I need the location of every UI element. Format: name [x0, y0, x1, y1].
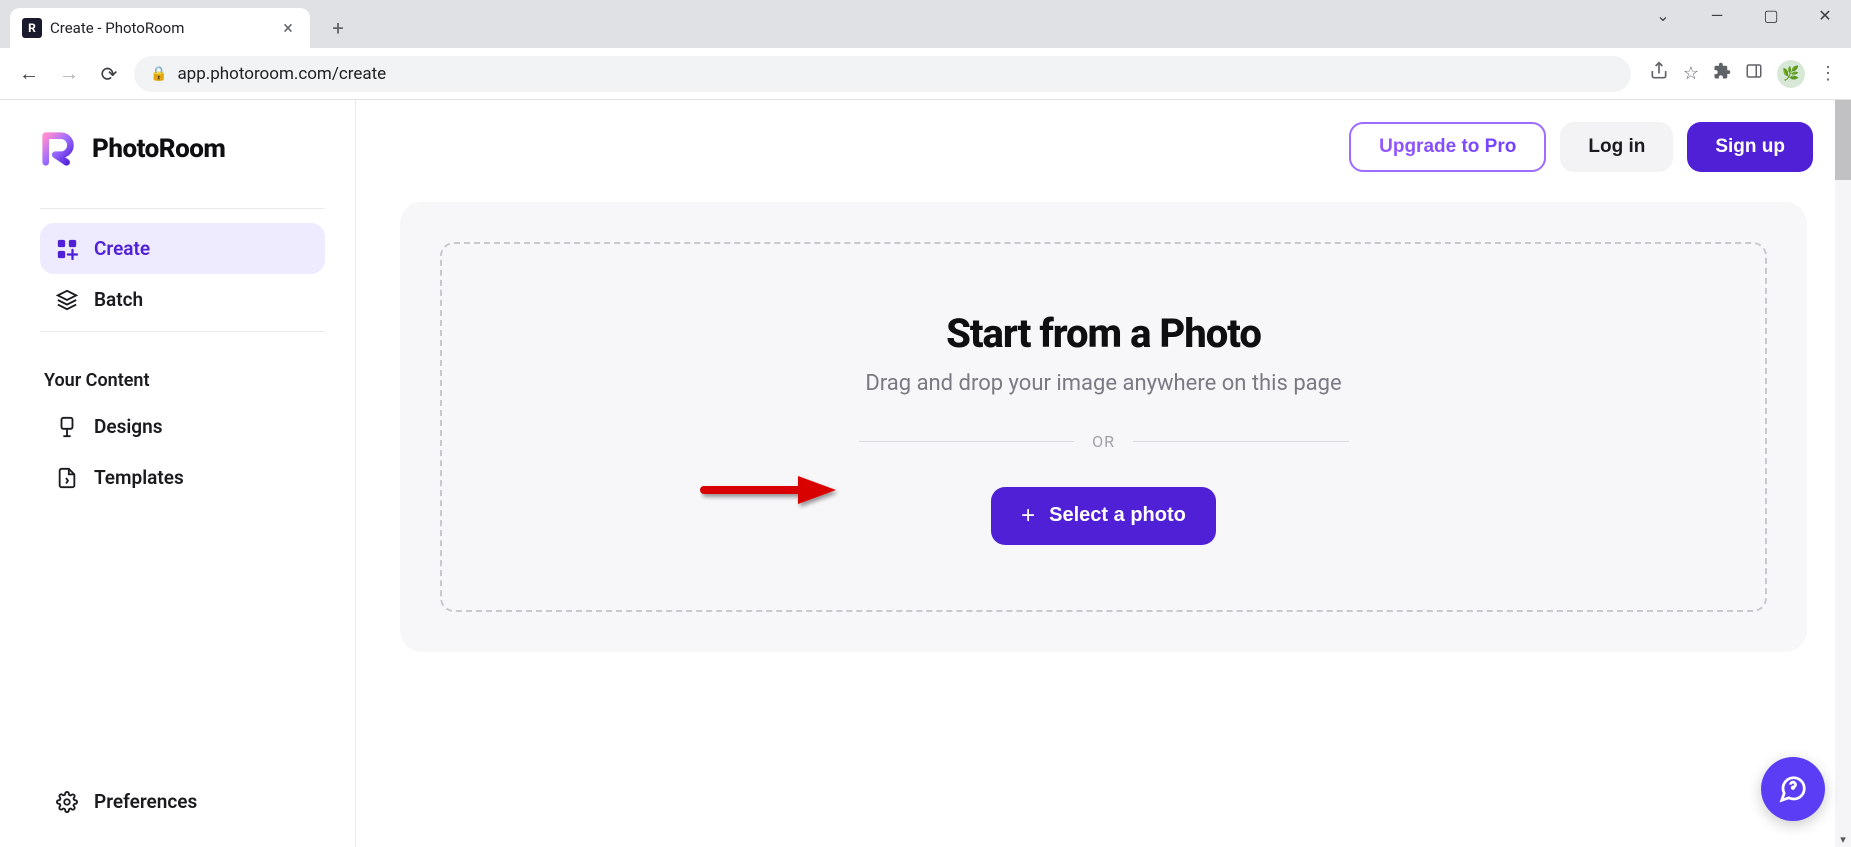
drop-title: Start from a Photo — [946, 310, 1261, 357]
bookmark-icon[interactable]: ☆ — [1683, 63, 1699, 84]
tab-search-icon[interactable]: ⌄ — [1645, 6, 1681, 25]
app-viewport: PhotoRoom Create Batch Your Content Desi… — [0, 100, 1851, 847]
drop-subtitle: Drag and drop your image anywhere on thi… — [865, 371, 1341, 396]
back-button[interactable]: ← — [14, 59, 44, 89]
scrollbar-thumb[interactable] — [1835, 100, 1851, 180]
drop-card: Start from a Photo Drag and drop your im… — [400, 202, 1807, 652]
forward-button: → — [54, 59, 84, 89]
sidebar-item-label: Preferences — [94, 790, 197, 813]
address-bar: ← → ⟳ 🔒 app.photoroom.com/create ☆ 🌿 ⋮ — [0, 48, 1851, 100]
signup-button[interactable]: Sign up — [1687, 122, 1813, 172]
new-tab-button[interactable]: + — [322, 12, 354, 44]
scrollbar[interactable]: ▾ — [1835, 100, 1851, 847]
kebab-menu-icon[interactable]: ⋮ — [1819, 63, 1837, 84]
lock-icon: 🔒 — [150, 66, 167, 82]
chat-icon — [1778, 774, 1808, 804]
close-window-icon[interactable]: ✕ — [1807, 6, 1843, 25]
sidebar-item-label: Create — [94, 237, 150, 260]
logo[interactable]: PhotoRoom — [40, 130, 325, 168]
plus-icon: + — [1021, 502, 1035, 530]
close-icon[interactable]: × — [278, 18, 298, 39]
share-icon[interactable] — [1649, 61, 1669, 86]
sidebar-item-templates[interactable]: Templates — [40, 452, 325, 503]
sidebar-item-label: Templates — [94, 466, 184, 489]
or-separator: OR — [859, 432, 1349, 451]
sidebar: PhotoRoom Create Batch Your Content Desi… — [0, 100, 356, 847]
gear-icon — [56, 791, 78, 813]
sidebar-item-label: Designs — [94, 415, 163, 438]
select-photo-label: Select a photo — [1049, 504, 1186, 527]
side-panel-icon[interactable] — [1745, 62, 1763, 85]
minimize-icon[interactable]: — — [1699, 6, 1735, 25]
create-icon — [56, 238, 78, 260]
templates-icon — [56, 467, 78, 489]
window-controls: ⌄ — ▢ ✕ — [1645, 6, 1843, 25]
url-text: app.photoroom.com/create — [177, 64, 386, 84]
reload-button[interactable]: ⟳ — [94, 59, 124, 89]
header-buttons: Upgrade to Pro Log in Sign up — [356, 100, 1851, 172]
logo-text: PhotoRoom — [92, 134, 225, 164]
batch-icon — [56, 289, 78, 311]
scrollbar-down-icon[interactable]: ▾ — [1835, 831, 1851, 847]
login-button[interactable]: Log in — [1560, 122, 1673, 172]
designs-icon — [56, 416, 78, 438]
sidebar-item-create[interactable]: Create — [40, 223, 325, 274]
drop-zone[interactable]: Start from a Photo Drag and drop your im… — [440, 242, 1767, 612]
tab-title: Create - PhotoRoom — [50, 19, 270, 37]
tab-strip: R Create - PhotoRoom × + ⌄ — ▢ ✕ — [0, 0, 1851, 48]
upgrade-button[interactable]: Upgrade to Pro — [1349, 122, 1546, 172]
help-chat-button[interactable] — [1761, 757, 1825, 821]
sidebar-item-batch[interactable]: Batch — [40, 274, 325, 325]
maximize-icon[interactable]: ▢ — [1753, 6, 1789, 25]
omnibox[interactable]: 🔒 app.photoroom.com/create — [134, 56, 1631, 92]
browser-chrome: R Create - PhotoRoom × + ⌄ — ▢ ✕ ← → ⟳ 🔒… — [0, 0, 1851, 100]
sidebar-item-preferences[interactable]: Preferences — [40, 776, 325, 827]
sidebar-item-label: Batch — [94, 288, 143, 311]
extensions-icon[interactable] — [1713, 62, 1731, 85]
select-photo-button[interactable]: + Select a photo — [991, 487, 1216, 545]
logo-mark-icon — [40, 130, 78, 168]
profile-avatar-icon[interactable]: 🌿 — [1777, 60, 1805, 88]
main-content: Upgrade to Pro Log in Sign up Start from… — [356, 100, 1851, 847]
browser-tab[interactable]: R Create - PhotoRoom × — [10, 8, 310, 48]
sidebar-item-designs[interactable]: Designs — [40, 401, 325, 452]
tab-favicon: R — [22, 18, 42, 38]
sidebar-section-label: Your Content — [44, 370, 325, 391]
